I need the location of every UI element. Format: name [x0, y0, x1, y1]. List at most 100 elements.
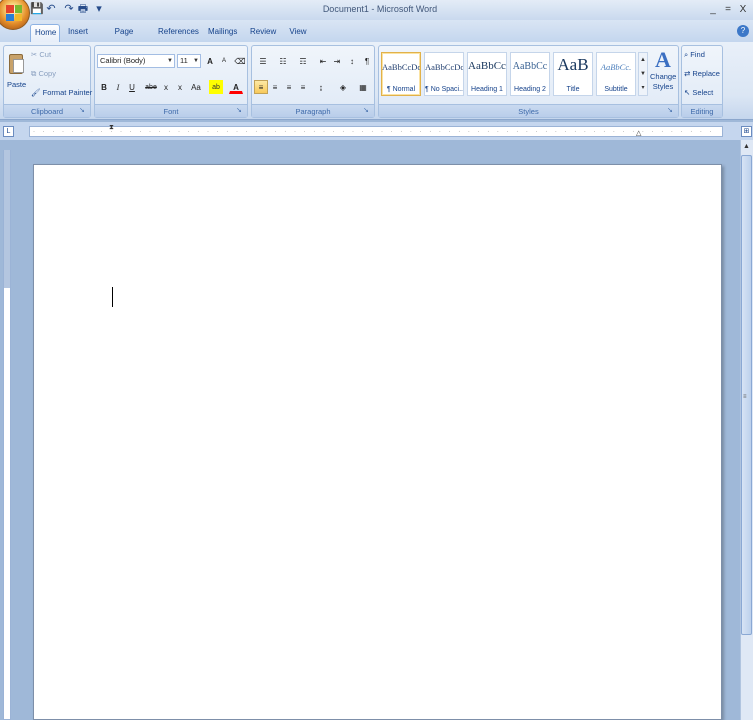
replace-button[interactable]: ⇄ Replace: [684, 68, 720, 80]
copy-button[interactable]: ⧉ Copy: [31, 68, 56, 80]
increase-indent-button[interactable]: ⇥: [330, 54, 344, 68]
bold-button[interactable]: B: [97, 80, 111, 94]
paragraph-group: ☰ ☷ ☶ ⇤ ⇥ ↕ ¶ ≡ ≡ ≡ ≡ ↨ ◈ ▦ Paragraph ↘: [251, 45, 375, 118]
sort-button[interactable]: ↕: [345, 54, 359, 68]
clear-formatting-button[interactable]: ⌫: [233, 54, 247, 68]
document-page[interactable]: [33, 164, 722, 720]
show-marks-button[interactable]: ¶: [360, 54, 374, 68]
style-sample: AaBbCcDc: [382, 62, 421, 72]
style-title[interactable]: AaB Title: [553, 52, 593, 96]
align-left-button[interactable]: ≡: [254, 80, 268, 94]
style-name: Heading 2: [514, 86, 546, 93]
line-spacing-button[interactable]: ↨: [312, 80, 330, 94]
close-button[interactable]: X: [736, 3, 750, 17]
scroll-up-icon[interactable]: ▲: [741, 141, 752, 153]
multilevel-list-button[interactable]: ☶: [294, 54, 312, 68]
binoculars-icon: ⌕: [684, 50, 689, 59]
styles-group-label: Styles: [379, 104, 678, 117]
change-styles-label-2: Styles: [652, 82, 674, 91]
style-sample: AaBbCc: [512, 61, 548, 72]
style-heading-1[interactable]: AaBbCc Heading 1: [467, 52, 507, 96]
underline-button[interactable]: U: [125, 80, 139, 94]
font-size-value: 11: [180, 56, 188, 65]
font-family-combo[interactable]: Calibri (Body) ▼: [97, 54, 175, 68]
print-preview-icon[interactable]: 🖶: [76, 2, 90, 16]
style-sample: AaB: [557, 55, 589, 74]
replace-icon: ⇄: [684, 69, 691, 78]
decrease-indent-button[interactable]: ⇤: [316, 54, 330, 68]
help-icon[interactable]: ?: [737, 25, 749, 37]
borders-button[interactable]: ▦: [354, 80, 372, 94]
center-button[interactable]: ≡: [268, 80, 282, 94]
ruler-ticks: · · · · · · · · · · · · · · · · · · · · …: [33, 129, 713, 135]
format-painter-label: Format Painter: [42, 88, 93, 97]
style-name: Title: [566, 86, 580, 93]
tab-home[interactable]: Home: [30, 24, 60, 42]
justify-button[interactable]: ≡: [296, 80, 310, 94]
indent-marker-icon[interactable]: ⧗: [109, 124, 116, 138]
align-right-button[interactable]: ≡: [282, 80, 296, 94]
font-group-label: Font: [95, 104, 247, 117]
style-name: ¶ No Spaci...: [425, 86, 464, 93]
view-ruler-icon[interactable]: ⊞: [741, 126, 752, 137]
cut-label: Cut: [39, 50, 52, 59]
clipboard-launcher-icon[interactable]: ↘: [79, 107, 87, 115]
highlight-button[interactable]: ab: [209, 80, 223, 94]
copy-label: Copy: [38, 69, 56, 78]
tab-page-layout[interactable]: Page Layout: [100, 24, 148, 52]
style-sample: AaBbCcDc: [425, 62, 464, 72]
strikethrough-button[interactable]: abe: [143, 80, 159, 94]
styles-launcher-icon[interactable]: ↘: [667, 107, 675, 115]
tab-insert[interactable]: Insert: [63, 24, 93, 42]
chevron-down-icon: ▼: [193, 58, 199, 64]
clipboard-group-label: Clipboard: [4, 104, 90, 117]
change-case-button[interactable]: Aa: [187, 80, 205, 94]
subscript-button[interactable]: x: [159, 80, 173, 94]
window-title: Document1 - Microsoft Word: [322, 4, 438, 14]
find-button[interactable]: ⌕ Find: [684, 49, 705, 61]
tab-mailings[interactable]: Mailings: [204, 24, 240, 42]
tab-view[interactable]: View: [284, 24, 312, 42]
style-name: Heading 1: [471, 86, 503, 93]
italic-button[interactable]: I: [111, 80, 125, 94]
style-subtitle[interactable]: AaBbCc. Subtitle: [596, 52, 636, 96]
bullets-button[interactable]: ☰: [254, 54, 272, 68]
redo-icon[interactable]: ↷: [62, 2, 76, 16]
tab-selector-icon[interactable]: L: [3, 126, 14, 137]
tab-review[interactable]: Review: [246, 24, 280, 42]
numbering-button[interactable]: ☷: [274, 54, 292, 68]
change-styles-label-1: Change: [650, 72, 677, 81]
style-name: ¶ Normal: [386, 86, 416, 93]
paste-icon[interactable]: [8, 50, 26, 76]
styles-gallery-scroll[interactable]: ▲ ▼ ▾: [638, 52, 648, 96]
chevron-down-icon: ▼: [167, 58, 173, 64]
shading-button[interactable]: ◈: [334, 80, 352, 94]
editing-group: ⌕ Find ⇄ Replace ↖ Select Editing: [681, 45, 723, 118]
style-normal[interactable]: AaBbCcDc ¶ Normal: [381, 52, 421, 96]
style-name: Subtitle: [604, 86, 628, 93]
font-size-combo[interactable]: 11 ▼: [177, 54, 201, 68]
qat-customize-icon[interactable]: ▾: [92, 2, 106, 16]
cut-button[interactable]: ✂ Cut: [31, 49, 51, 61]
restore-button[interactable]: =: [721, 3, 735, 17]
style-no-spacing[interactable]: AaBbCcDc ¶ No Spaci...: [424, 52, 464, 96]
save-icon[interactable]: 💾: [30, 2, 44, 16]
format-painter-button[interactable]: 🖌 Format Painter: [31, 87, 92, 99]
undo-icon[interactable]: ↶: [44, 2, 58, 16]
select-button[interactable]: ↖ Select: [684, 87, 713, 99]
scroll-grip-icon: ≡: [743, 394, 747, 400]
paragraph-launcher-icon[interactable]: ↘: [363, 107, 371, 115]
tab-references[interactable]: References: [154, 24, 199, 42]
shrink-font-button[interactable]: A: [217, 54, 231, 68]
superscript-button[interactable]: x: [173, 80, 187, 94]
change-styles-button[interactable]: A Change Styles: [650, 48, 676, 100]
paste-button[interactable]: Paste: [7, 79, 26, 91]
right-indent-marker-icon[interactable]: △: [636, 129, 642, 137]
font-family-value: Calibri (Body): [100, 56, 146, 65]
font-launcher-icon[interactable]: ↘: [236, 107, 244, 115]
font-color-button[interactable]: A: [229, 80, 243, 94]
minimize-button[interactable]: _: [706, 3, 720, 17]
text-cursor: [112, 287, 113, 307]
style-heading-2[interactable]: AaBbCc Heading 2: [510, 52, 550, 96]
grow-font-button[interactable]: A: [203, 54, 217, 68]
